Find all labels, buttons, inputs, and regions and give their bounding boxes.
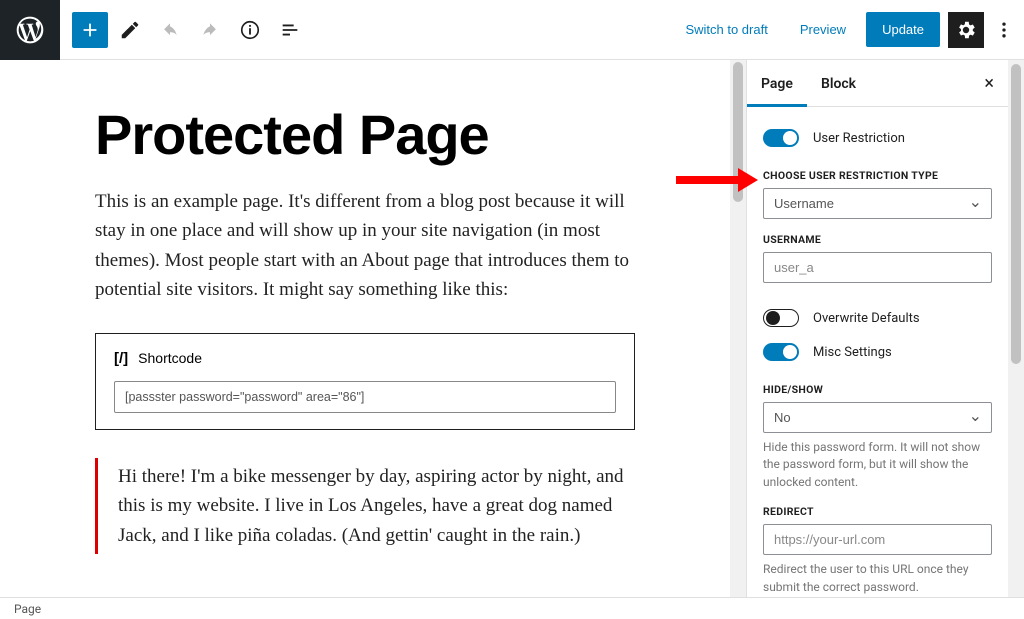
user-restriction-label: User Restriction: [813, 131, 905, 146]
shortcode-block[interactable]: [/] Shortcode: [95, 333, 635, 430]
tab-page[interactable]: Page: [747, 60, 807, 106]
username-input[interactable]: [763, 252, 992, 283]
misc-settings-toggle[interactable]: [763, 343, 799, 361]
quote-block[interactable]: Hi there! I'm a bike messenger by day, a…: [95, 458, 635, 554]
undo-icon: [159, 19, 181, 41]
username-label: USERNAME: [763, 233, 992, 246]
sidebar-scrollbar[interactable]: [1008, 60, 1024, 597]
user-restriction-toggle[interactable]: [763, 129, 799, 147]
plus-icon: [79, 19, 101, 41]
gear-icon: [955, 19, 977, 41]
settings-button[interactable]: [948, 12, 984, 48]
info-button[interactable]: [232, 12, 268, 48]
redirect-label: REDIRECT: [763, 505, 992, 518]
shortcode-block-label: Shortcode: [138, 350, 202, 366]
vertical-dots-icon: [994, 20, 1014, 40]
update-button[interactable]: Update: [866, 12, 940, 47]
overwrite-defaults-label: Overwrite Defaults: [813, 311, 920, 326]
close-icon: ×: [984, 73, 994, 94]
close-sidebar-button[interactable]: ×: [970, 73, 1008, 94]
shortcode-input[interactable]: [114, 381, 616, 413]
misc-settings-label: Misc Settings: [813, 345, 892, 360]
redirect-help-text: Redirect the user to this URL once they …: [763, 561, 992, 596]
wordpress-logo[interactable]: [0, 0, 60, 60]
redirect-input[interactable]: [763, 524, 992, 555]
add-block-button[interactable]: [72, 12, 108, 48]
hideshow-select[interactable]: No: [763, 402, 992, 433]
overwrite-defaults-toggle[interactable]: [763, 309, 799, 327]
restriction-type-select[interactable]: Username: [763, 188, 992, 219]
redo-button: [192, 12, 228, 48]
preview-button[interactable]: Preview: [788, 14, 858, 45]
hideshow-label: HIDE/SHOW: [763, 383, 992, 396]
more-options-button[interactable]: [992, 12, 1016, 48]
choose-restriction-type-label: CHOOSE USER RESTRICTION TYPE: [763, 169, 992, 182]
breadcrumb[interactable]: Page: [14, 602, 41, 616]
tab-block[interactable]: Block: [807, 60, 870, 106]
paragraph-block[interactable]: This is an example page. It's different …: [95, 187, 635, 305]
edit-mode-button[interactable]: [112, 12, 148, 48]
page-title[interactable]: Protected Page: [95, 102, 635, 167]
outline-button[interactable]: [272, 12, 308, 48]
undo-button: [152, 12, 188, 48]
editor-scrollbar[interactable]: [730, 60, 746, 597]
switch-to-draft-button[interactable]: Switch to draft: [673, 14, 779, 45]
list-icon: [279, 19, 301, 41]
wordpress-icon: [14, 14, 46, 46]
hideshow-help-text: Hide this password form. It will not sho…: [763, 439, 992, 491]
editor-canvas[interactable]: Protected Page This is an example page. …: [0, 60, 730, 597]
pencil-icon: [119, 19, 141, 41]
redo-icon: [199, 19, 221, 41]
shortcode-icon: [/]: [114, 350, 128, 367]
info-icon: [239, 19, 261, 41]
